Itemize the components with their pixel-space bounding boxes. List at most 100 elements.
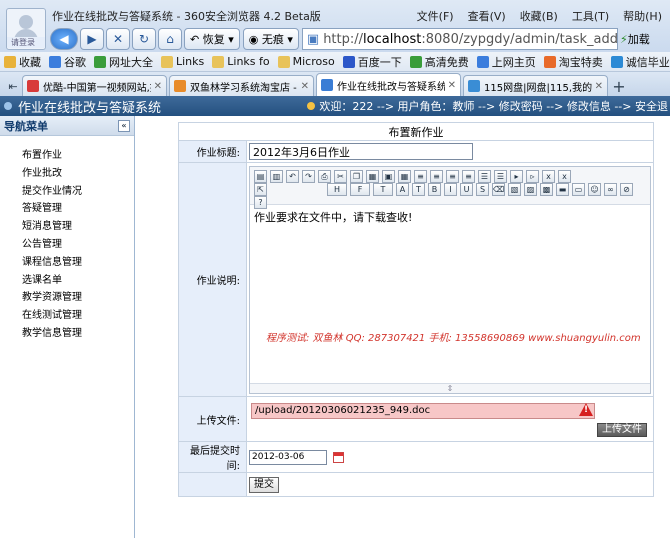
rich-text-editor[interactable]: ▤ ▥ ↶ ↷ ⎙ ✂ ❐ ▦ ▣ ▦ ≡ ≡ ≡ ≡ ☰ ☰ ▸ ▹ x x ⇱ H F T A T B I U S ⌫ ▧ ▨ ▩ ▬ ▭ ☺ ∞ ⊘?… xyxy=(249,165,651,394)
tab-close-icon[interactable]: ✕ xyxy=(301,81,309,92)
favorite-item[interactable]: 诚信毕业 xyxy=(610,54,670,70)
editor-tool-icon[interactable]: ▥ xyxy=(270,169,283,183)
editor-tool-icon[interactable]: ▹ xyxy=(526,169,539,183)
stop-button[interactable]: ✕ xyxy=(106,28,130,50)
sidebar-item[interactable]: 教学资源管理 xyxy=(22,288,134,306)
editor-tool-icon[interactable]: ≡ xyxy=(462,169,475,183)
home-button[interactable]: ⌂ xyxy=(158,28,182,50)
favorite-item[interactable]: 淘宝特卖 xyxy=(543,54,603,70)
editor-tool-icon[interactable]: T xyxy=(412,182,425,196)
editor-tool-icon[interactable]: ✂ xyxy=(334,169,347,183)
editor-tool-icon[interactable]: ↷ xyxy=(302,169,315,183)
editor-tool-icon[interactable]: ▭ xyxy=(572,182,585,196)
editor-tool-icon[interactable]: ▦ xyxy=(398,169,411,183)
editor-tool-icon[interactable]: ⊘ xyxy=(620,182,633,196)
editor-tool-icon[interactable]: U xyxy=(460,182,473,196)
favorite-item[interactable]: 谷歌 xyxy=(49,54,86,70)
menu-view[interactable]: 查看(V) xyxy=(468,8,506,24)
browser-tab[interactable]: 优酷-中国第一视频网站,提...✕ xyxy=(22,75,167,96)
file-path-input[interactable]: /upload/20120306021235_949.doc xyxy=(251,403,595,419)
editor-tool-icon[interactable]: ▩ xyxy=(540,182,553,196)
editor-tool-icon[interactable]: ☰ xyxy=(478,169,491,183)
tab-favicon-icon xyxy=(468,80,480,92)
editor-tool-icon[interactable]: ☰ xyxy=(494,169,507,183)
menu-favorites[interactable]: 收藏(B) xyxy=(520,8,558,24)
editor-tool-icon[interactable]: ▧ xyxy=(508,182,521,196)
editor-tool-icon[interactable]: T xyxy=(373,182,393,196)
editor-tool-icon[interactable]: ▬ xyxy=(556,182,569,196)
editor-tool-icon[interactable]: A xyxy=(396,182,409,196)
editor-tool-icon[interactable]: S xyxy=(476,182,489,196)
editor-tool-icon[interactable]: ▤ xyxy=(254,169,267,183)
load-button[interactable]: ⚡ 加载 xyxy=(620,28,670,50)
editor-tool-icon[interactable]: ⇱ xyxy=(254,182,267,196)
sidebar-item[interactable]: 作业批改 xyxy=(22,164,134,182)
editor-tool-icon[interactable]: H xyxy=(327,182,347,196)
collapse-sidebar-icon[interactable]: « xyxy=(118,119,130,132)
editor-resize-handle[interactable]: ⇕ xyxy=(250,382,650,393)
editor-tool-icon[interactable]: ≡ xyxy=(414,169,427,183)
user-info-text[interactable]: 欢迎：222 --> 用户角色：教师 --> 修改密码 --> 修改信息 -->… xyxy=(319,98,668,114)
menu-help[interactable]: 帮助(H) xyxy=(623,8,662,24)
tab-close-icon[interactable]: ✕ xyxy=(154,81,162,92)
calendar-icon[interactable] xyxy=(332,451,344,463)
sidebar-item[interactable]: 布置作业 xyxy=(22,146,134,164)
new-tab-button[interactable]: + xyxy=(610,76,628,96)
sidebar-item[interactable]: 课程信息管理 xyxy=(22,253,134,271)
editor-tool-icon[interactable]: ∞ xyxy=(604,182,617,196)
navigation-toolbar: ◀ ▶ ✕ ↻ ⌂ ↶ 恢复 ▾ ◉ 无痕 ▾ ▣ http://localho… xyxy=(50,26,670,52)
browser-tab[interactable]: 115网盘|网盘|115,我的网...✕ xyxy=(463,75,608,96)
favorite-item[interactable]: 上网主页 xyxy=(476,54,536,70)
back-button[interactable]: ◀ xyxy=(50,28,78,50)
editor-tool-icon[interactable]: ▦ xyxy=(366,169,379,183)
editor-tool-icon[interactable]: ↶ xyxy=(286,169,299,183)
address-bar[interactable]: ▣ http://localhost:8080/zypgdy/admin/tas… xyxy=(301,28,618,50)
incognito-button[interactable]: ◉ 无痕 ▾ xyxy=(242,28,299,50)
favorite-item[interactable]: Links fo xyxy=(212,55,270,68)
editor-tool-icon[interactable]: ▨ xyxy=(524,182,537,196)
editor-tool-icon[interactable]: F xyxy=(350,182,370,196)
menu-file[interactable]: 文件(F) xyxy=(417,8,454,24)
editor-tool-icon[interactable]: ≡ xyxy=(446,169,459,183)
editor-tool-icon[interactable]: ☺ xyxy=(588,182,601,196)
sidebar-item[interactable]: 提交作业情况 xyxy=(22,182,134,200)
editor-tool-icon[interactable]: B xyxy=(428,182,441,196)
favorite-item[interactable]: 高清免费 xyxy=(409,54,469,70)
editor-tool-icon[interactable]: I xyxy=(444,182,457,196)
sidebar-item[interactable]: 教学信息管理 xyxy=(22,324,134,342)
editor-tool-icon[interactable]: ▣ xyxy=(382,169,395,183)
forward-button[interactable]: ▶ xyxy=(80,28,104,50)
restore-button[interactable]: ↶ 恢复 ▾ xyxy=(184,28,240,50)
editor-tool-icon[interactable]: ≡ xyxy=(430,169,443,183)
user-avatar[interactable]: 请登录 xyxy=(6,8,46,50)
sidebar-item[interactable]: 公告管理 xyxy=(22,235,134,253)
menu-tools[interactable]: 工具(T) xyxy=(572,8,609,24)
url-path: :8080/zypgdy/admin/task_add.jsp xyxy=(421,31,618,47)
editor-tool-icon[interactable]: ▸ xyxy=(510,169,523,183)
refresh-button[interactable]: ↻ xyxy=(132,28,156,50)
sidebar-item[interactable]: 答疑管理 xyxy=(22,199,134,217)
sidebar-item[interactable]: 选课名单 xyxy=(22,271,134,289)
editor-tool-icon[interactable]: ⌫ xyxy=(492,182,505,196)
editor-tool-icon[interactable]: x xyxy=(542,169,555,183)
sidebar-item[interactable]: 在线测试管理 xyxy=(22,306,134,324)
deadline-input[interactable]: 2012-03-06 xyxy=(249,449,327,465)
favorite-item[interactable]: Links xyxy=(161,55,204,68)
favorite-item[interactable]: 百度一下 xyxy=(342,54,402,70)
tab-list-icon[interactable]: ⇤ xyxy=(4,76,22,96)
editor-content[interactable]: 作业要求在文件中，请下载查收! 程序测试: 双鱼林 QQ: 287307421 … xyxy=(250,205,650,371)
submit-button[interactable]: 提交 xyxy=(249,476,279,493)
browser-tab[interactable]: 双鱼林学习系统淘宝店 - ... ✕ xyxy=(169,75,314,96)
favorite-item[interactable]: Microso xyxy=(277,55,335,68)
editor-tool-icon[interactable]: ⎙ xyxy=(318,169,331,183)
tab-close-icon[interactable]: ✕ xyxy=(595,81,603,92)
title-input[interactable] xyxy=(249,143,473,160)
sidebar-item[interactable]: 短消息管理 xyxy=(22,217,134,235)
editor-tool-icon[interactable]: ❐ xyxy=(350,169,363,183)
editor-tool-icon[interactable]: x xyxy=(558,169,571,183)
favorite-item[interactable]: 收藏 xyxy=(4,54,41,70)
upload-file-button[interactable]: 上传文件 xyxy=(597,423,647,437)
tab-close-icon[interactable]: ✕ xyxy=(448,80,456,91)
favorite-item[interactable]: 网址大全 xyxy=(94,54,153,70)
browser-tab[interactable]: 作业在线批改与答疑系统 ✕ xyxy=(316,73,461,96)
